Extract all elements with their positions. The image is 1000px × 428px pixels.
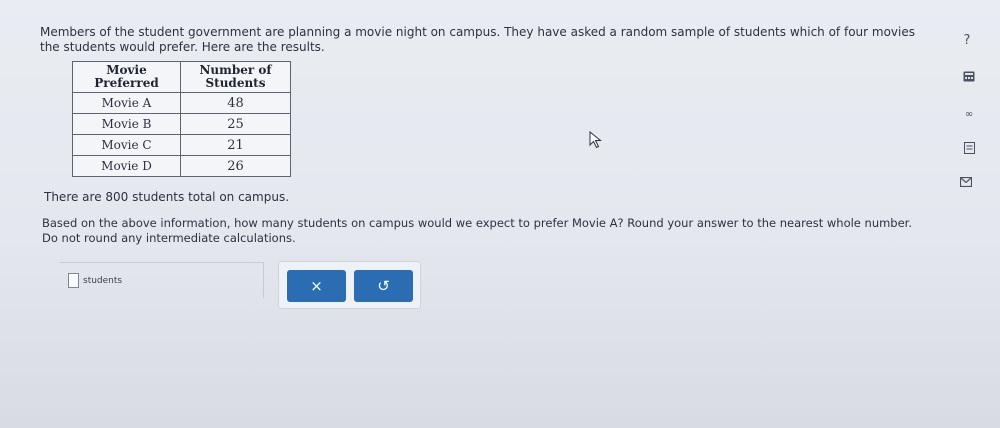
movie-name-cell: Movie D: [72, 155, 181, 177]
calculator-button[interactable]: [962, 70, 976, 82]
answer-input[interactable]: [68, 273, 79, 288]
help-button[interactable]: ?: [958, 30, 976, 50]
table-row: Movie A 48: [72, 92, 291, 114]
movie-name-cell: Movie A: [72, 92, 181, 114]
question-text: Based on the above information, how many…: [42, 216, 913, 245]
undo-icon: ↺: [377, 277, 390, 295]
clear-button[interactable]: ×: [287, 270, 346, 302]
undo-button[interactable]: ↺: [354, 270, 413, 302]
answer-unit-label: students: [83, 276, 123, 286]
problem-intro-text: Members of the student government are pl…: [40, 25, 915, 54]
table-row: Movie B 25: [72, 113, 291, 135]
reference-button[interactable]: [962, 141, 976, 155]
answer-area: students: [60, 262, 264, 298]
total-students-statement: There are 800 students total on campus.: [44, 190, 290, 204]
header-number-of-students: Number of Students: [180, 61, 291, 93]
movie-name-cell: Movie C: [72, 134, 181, 156]
student-count-cell: 48: [180, 92, 291, 114]
student-count-cell: 25: [180, 113, 291, 135]
message-button[interactable]: [958, 175, 974, 189]
mail-icon: [960, 177, 972, 187]
book-icon: [963, 142, 975, 154]
help-icon: ?: [963, 32, 971, 48]
table-row: Movie C 21: [72, 134, 291, 156]
student-count-cell: 21: [180, 134, 291, 156]
movie-preference-table: Movie Preferred Number of Students Movie…: [72, 61, 291, 177]
close-icon: ×: [310, 277, 323, 295]
formula-button[interactable]: ∞: [961, 107, 977, 121]
mouse-pointer-icon: [589, 131, 602, 149]
student-count-cell: 26: [180, 155, 291, 177]
header-movie-preferred: Movie Preferred: [72, 61, 181, 93]
table-row: Movie D 26: [72, 155, 291, 177]
answer-button-panel: × ↺: [278, 261, 421, 309]
infinity-icon: ∞: [964, 108, 974, 120]
calculator-icon: [963, 71, 975, 81]
table-header-row: Movie Preferred Number of Students: [72, 61, 291, 93]
movie-name-cell: Movie B: [72, 113, 181, 135]
